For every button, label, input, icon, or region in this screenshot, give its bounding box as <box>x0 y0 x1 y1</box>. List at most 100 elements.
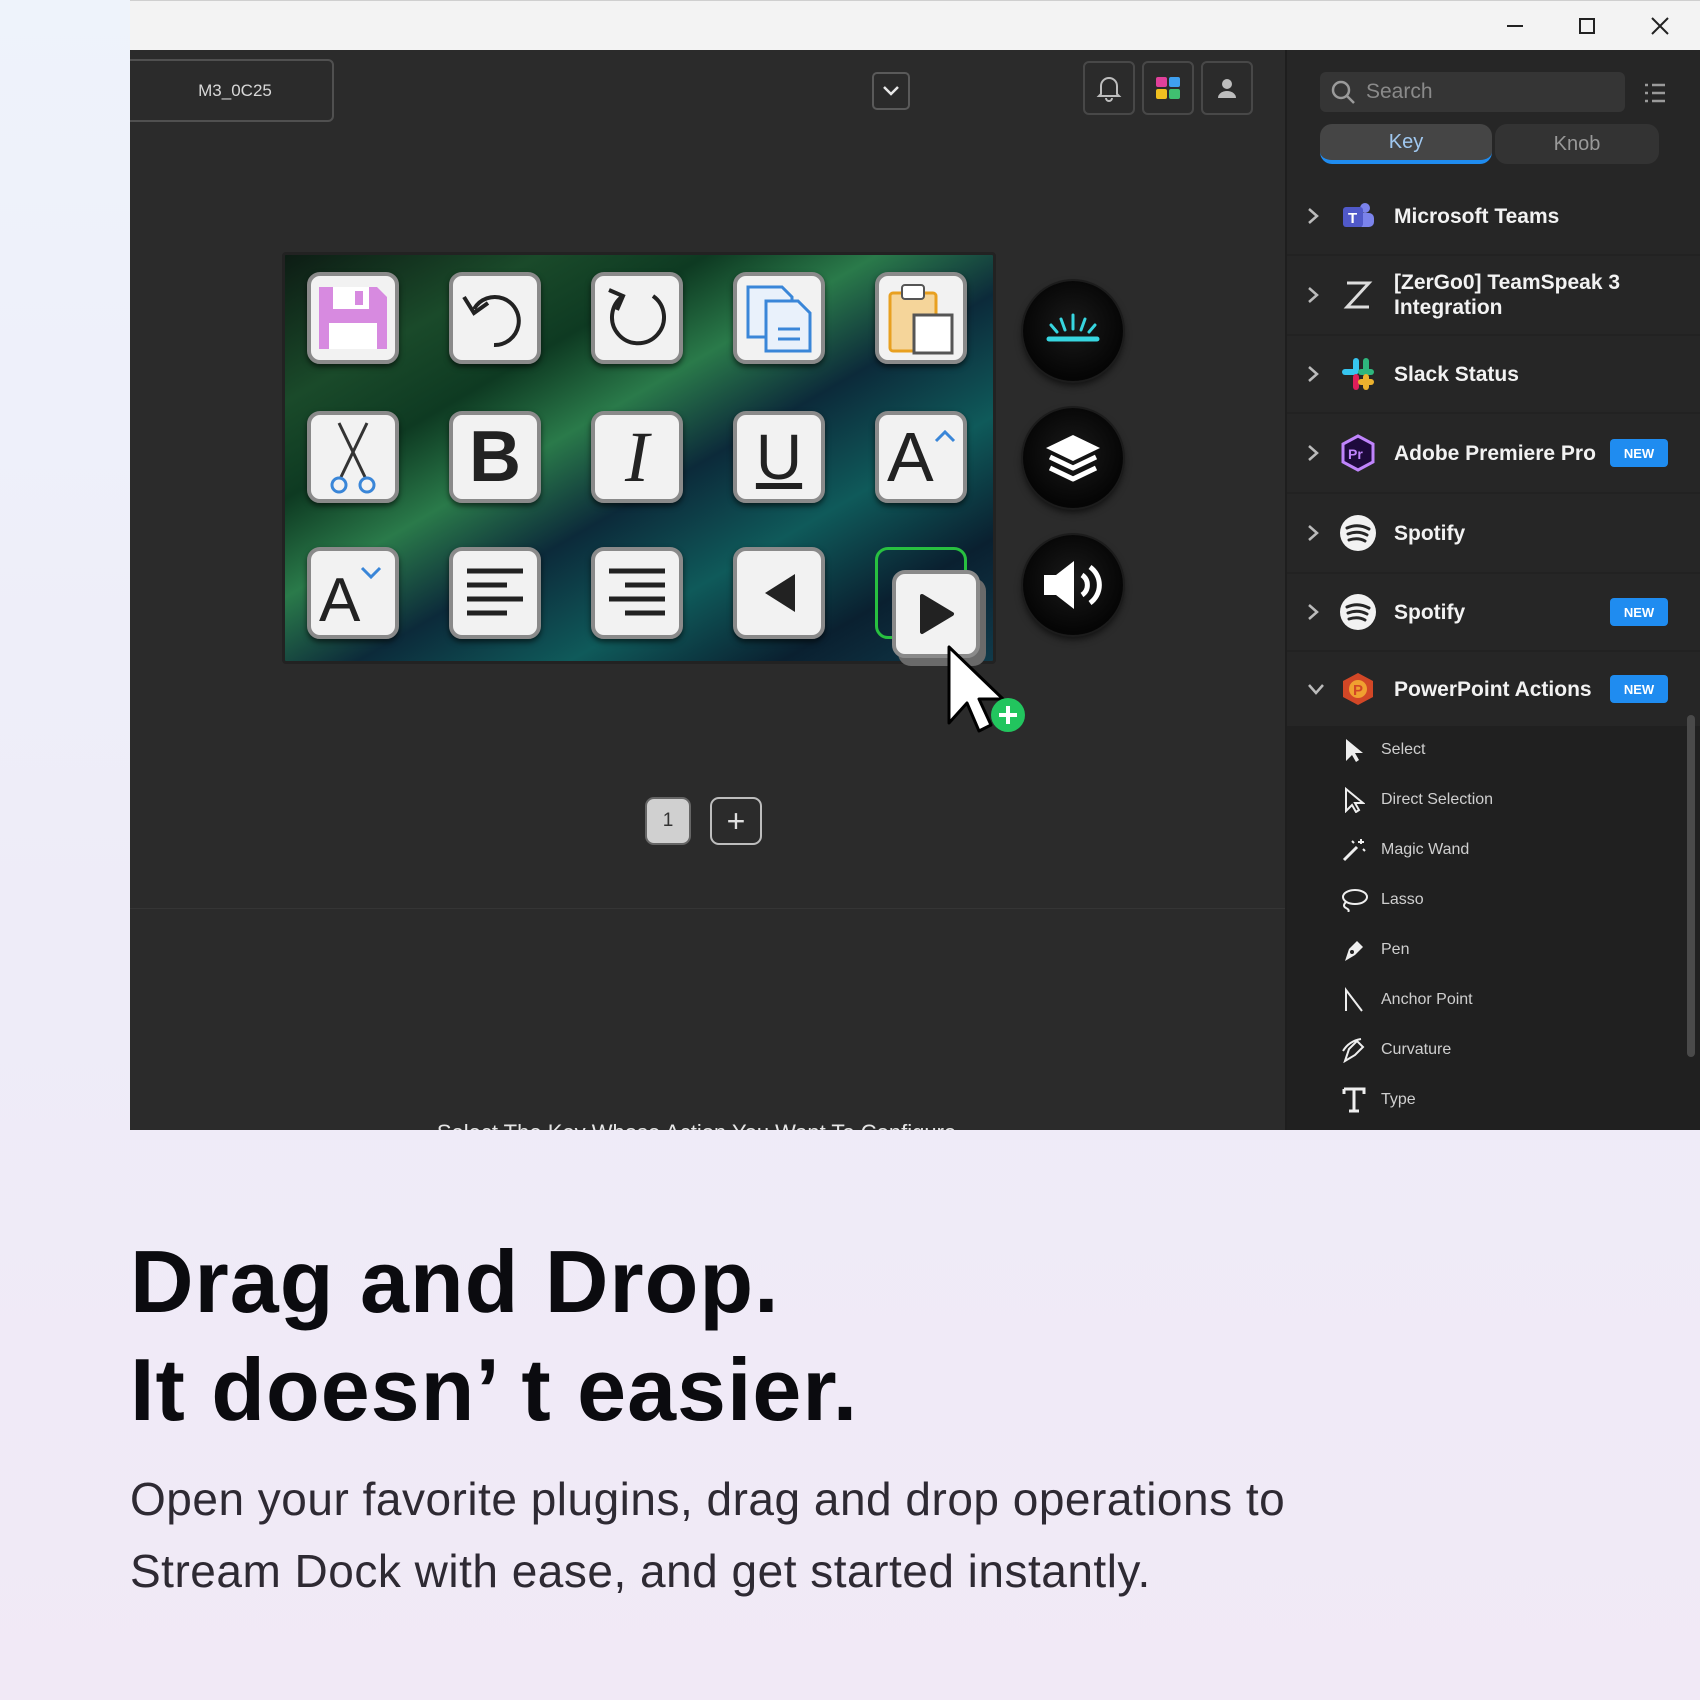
pen-icon <box>1345 941 1363 961</box>
key-align-left[interactable] <box>449 547 541 639</box>
action-label: Type <box>1381 1091 1416 1108</box>
key-italic[interactable]: I <box>591 411 683 503</box>
caret-down-icon <box>361 566 382 580</box>
svg-text:T: T <box>1348 210 1357 227</box>
teamspeak-icon <box>1339 276 1377 314</box>
font-size-decrease-icon: A <box>319 565 361 635</box>
key-bold[interactable]: B <box>449 411 541 503</box>
slack-icon <box>1339 355 1377 393</box>
knob-layers[interactable] <box>1023 408 1123 508</box>
action-select[interactable]: Select <box>1339 730 1425 770</box>
spotify-icon <box>1339 593 1377 631</box>
plugin-powerpoint-actions[interactable]: P PowerPoint Actions NEW <box>1287 652 1700 726</box>
plugin-name: Microsoft Teams <box>1394 204 1560 228</box>
search-input[interactable]: Search <box>1320 72 1625 112</box>
action-magic-wand[interactable]: Magic Wand <box>1339 830 1469 870</box>
account-button[interactable] <box>1201 61 1253 115</box>
key-save[interactable] <box>307 272 399 364</box>
key-align-right[interactable] <box>591 547 683 639</box>
profile-dropdown[interactable] <box>872 72 910 110</box>
search-icon <box>1331 80 1355 104</box>
action-label: Lasso <box>1381 891 1424 908</box>
action-lasso[interactable]: Lasso <box>1339 880 1424 920</box>
new-badge: NEW <box>1610 598 1668 626</box>
action-label: Magic Wand <box>1381 841 1470 858</box>
align-left-icon <box>467 568 523 616</box>
device-tab[interactable]: M3_0C25 <box>130 59 334 122</box>
user-icon <box>1218 79 1236 98</box>
action-label: Pen <box>1381 941 1410 958</box>
caret-up-icon <box>934 429 955 443</box>
action-label: Curvature <box>1381 1041 1452 1058</box>
action-label: Anchor Point <box>1381 991 1473 1008</box>
plugin-microsoft-teams[interactable]: T Microsoft Teams <box>1287 178 1700 256</box>
curvature-icon <box>1342 1038 1365 1063</box>
tab-key[interactable]: Key <box>1320 124 1492 164</box>
chevron-down-icon <box>883 86 899 96</box>
chevron-right-icon <box>1308 208 1319 224</box>
chevron-right-icon <box>1308 445 1319 461</box>
add-page-button[interactable]: + <box>710 797 762 845</box>
key-underline[interactable]: U <box>733 411 825 503</box>
plugin-adobe-premiere[interactable]: Pr Adobe Premiere Pro NEW <box>1287 414 1700 494</box>
device-name: M3_0C25 <box>198 80 272 100</box>
title-bar <box>130 0 1700 50</box>
scrollbar[interactable] <box>1687 715 1695 1057</box>
description-line-2: Stream Dock with ease, and get started i… <box>130 1545 1151 1597</box>
action-direct-selection[interactable]: Direct Selection <box>1339 780 1493 820</box>
search-placeholder: Search <box>1366 80 1433 103</box>
powerpoint-actions-list: Select Direct Selection Magic Wand Lasso… <box>1287 726 1700 1130</box>
maximize-button[interactable] <box>1551 1 1623 51</box>
key-previous[interactable] <box>733 547 825 639</box>
align-right-icon <box>609 568 665 616</box>
plugin-name: Spotify <box>1394 600 1466 624</box>
light-icon <box>1046 313 1100 342</box>
description-line-1: Open your favorite plugins, drag and dro… <box>130 1473 1286 1525</box>
anchor-point-icon <box>1345 987 1363 1012</box>
list-view-icon[interactable] <box>1643 82 1667 104</box>
plugin-spotify-new[interactable]: Spotify NEW <box>1287 574 1700 652</box>
key-cut[interactable] <box>307 411 399 503</box>
page-number: 1 <box>662 810 674 831</box>
store-icon <box>1156 77 1180 99</box>
plugin-name: Adobe Premiere Pro <box>1394 441 1596 465</box>
key-font-decrease[interactable]: A <box>307 547 399 639</box>
plugin-slack-status[interactable]: Slack Status <box>1287 336 1700 414</box>
bell-icon <box>1096 77 1122 102</box>
headline-line-2: It doesn’ t easier. <box>130 1340 859 1439</box>
minimize-button[interactable] <box>1479 1 1551 51</box>
plugin-spotify[interactable]: Spotify <box>1287 494 1700 574</box>
powerpoint-icon: P <box>1339 670 1377 708</box>
key-undo[interactable] <box>449 272 541 364</box>
close-button[interactable] <box>1624 1 1696 51</box>
key-paste[interactable] <box>875 272 967 364</box>
knob-volume[interactable] <box>1023 535 1123 635</box>
store-button[interactable] <box>1142 61 1194 115</box>
action-anchor-point[interactable]: Anchor Point <box>1339 980 1473 1020</box>
redo-icon <box>608 288 666 346</box>
undo-icon <box>462 295 521 348</box>
direct-selection-icon <box>1345 787 1365 813</box>
action-pen[interactable]: Pen <box>1339 930 1409 970</box>
headline-line-1: Drag and Drop. <box>130 1232 780 1331</box>
close-icon <box>1651 17 1669 35</box>
play-icon <box>920 594 954 634</box>
action-curvature[interactable]: Curvature <box>1339 1030 1451 1070</box>
action-type[interactable]: Type <box>1339 1080 1416 1120</box>
description: Open your favorite plugins, drag and dro… <box>130 1463 1285 1607</box>
chevron-right-icon <box>1308 525 1319 541</box>
key-font-increase[interactable]: A <box>875 411 967 503</box>
plugin-teamspeak[interactable]: [ZerGo0] TeamSpeak 3 Integration <box>1287 256 1700 336</box>
new-badge: NEW <box>1610 675 1668 703</box>
knob-light[interactable] <box>1023 281 1123 381</box>
tab-knob[interactable]: Knob <box>1495 124 1659 164</box>
page-1-button[interactable]: 1 <box>645 797 691 845</box>
select-arrow-icon <box>1346 739 1363 762</box>
key-redo[interactable] <box>591 272 683 364</box>
notification-button[interactable] <box>1083 61 1135 115</box>
plus-icon: + <box>726 802 746 839</box>
key-copy[interactable] <box>733 272 825 364</box>
key-grid: B I U A A <box>282 252 996 664</box>
svg-text:Pr: Pr <box>1348 446 1363 462</box>
plugin-panel: Search Key Knob T Microsoft Teams [ZerGo… <box>1285 50 1700 1130</box>
